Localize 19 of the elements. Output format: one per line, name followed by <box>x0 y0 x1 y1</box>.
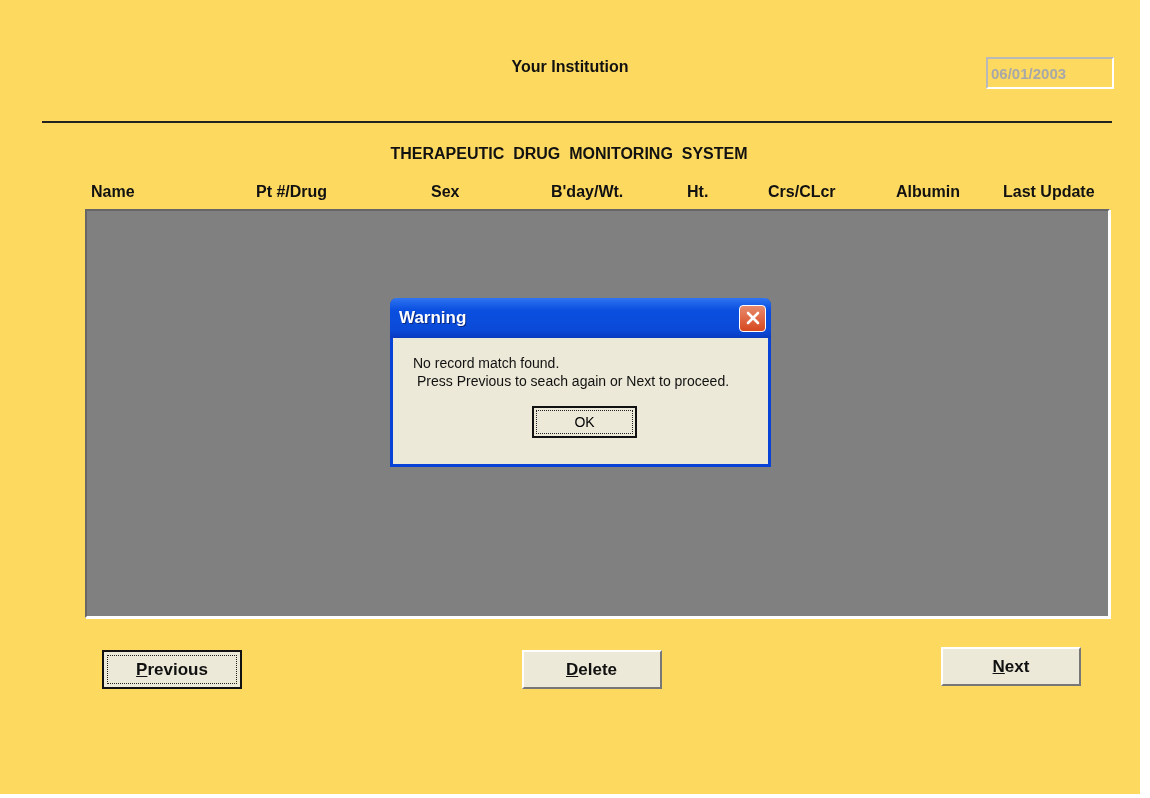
ok-button[interactable]: OK <box>532 406 637 438</box>
column-header: Albumin <box>896 183 960 201</box>
column-header: Ht. <box>687 183 709 201</box>
nav-button[interactable]: Next <box>941 647 1081 686</box>
column-header: Pt #/Drug <box>256 183 328 201</box>
column-header: Name <box>91 183 135 201</box>
column-header: Last Update <box>1003 183 1095 201</box>
close-button[interactable] <box>739 304 766 332</box>
dialog-message: No record match found. <box>413 354 561 372</box>
institution-name: Your Institution <box>511 58 629 76</box>
nav-button[interactable]: Delete <box>521 650 662 689</box>
system-title: THERAPEUTIC DRUG MONITORING SYSTEM <box>389 145 749 163</box>
close-icon <box>744 310 761 326</box>
dialog-message: Press Previous to seach again or Next to proceed. <box>417 372 731 390</box>
dialog-title: Warning <box>399 308 467 328</box>
nav-button[interactable]: Previous <box>102 650 242 689</box>
column-header: Sex <box>431 183 460 201</box>
column-header: B'day/Wt. <box>551 183 624 201</box>
column-header: Crs/CLcr <box>768 183 836 201</box>
